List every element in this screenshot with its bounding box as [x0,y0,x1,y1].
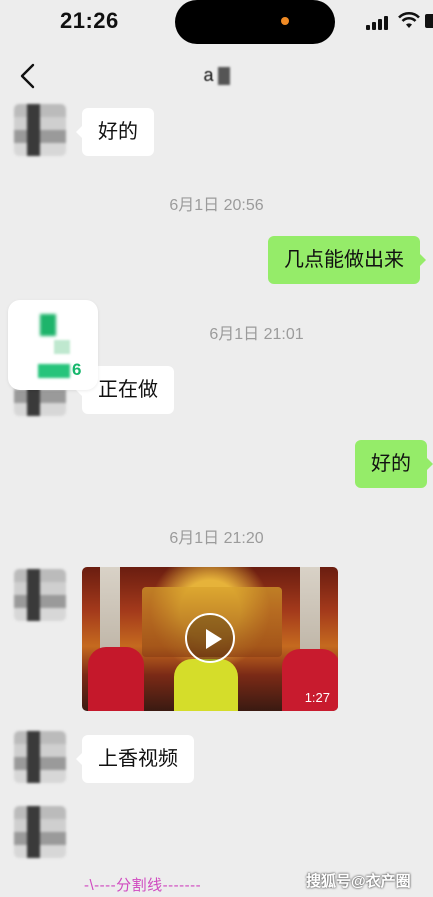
chat-header: a [0,52,433,104]
watermark: 搜狐号@衣产圈 [306,873,411,890]
message-bubble-other[interactable]: 好的 [76,108,154,156]
divider-caption: -\----分割线------- [84,877,202,894]
video-message[interactable]: 1:27 [82,567,338,711]
play-icon[interactable] [185,613,235,663]
recording-dot-icon [281,17,289,25]
timestamp: 6月1日 21:01 [209,326,304,343]
overlay-badge-number: 6 [72,360,82,379]
chat-title-text: a [203,65,214,85]
overlay-badge: 6 [8,300,98,390]
title-mosaic [217,66,230,85]
avatar[interactable] [14,104,66,156]
message-bubble-me[interactable]: 好的 [355,440,433,488]
avatar[interactable] [14,731,66,783]
battery-icon [425,14,433,28]
dynamic-island [175,0,335,44]
avatar[interactable] [14,569,66,621]
message-bubble-other[interactable]: 上香视频 [76,735,194,783]
timestamp: 6月1日 20:56 [169,197,264,214]
signal-icon [366,14,390,30]
avatar[interactable] [14,806,66,858]
timestamp: 6月1日 21:20 [169,530,264,547]
status-time: 21:26 [60,8,119,33]
chat-title: a [0,64,433,87]
wifi-icon [398,12,420,28]
status-bar: 21:26 [0,0,433,44]
video-duration: 1:27 [304,690,330,705]
message-bubble-me[interactable]: 几点能做出来 [268,236,426,284]
